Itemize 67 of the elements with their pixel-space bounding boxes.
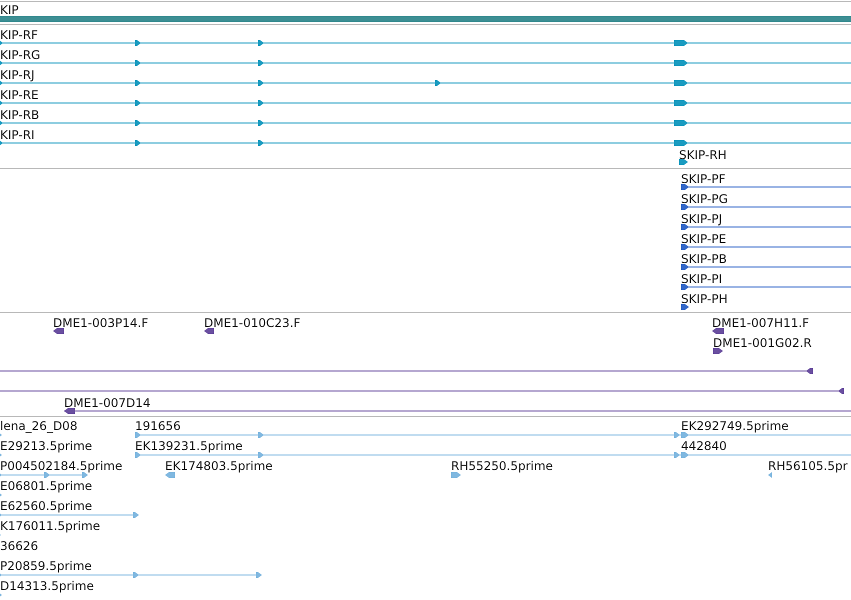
- feature-label: KIP-RI: [0, 128, 35, 142]
- feature-label: EK139231.5prime: [135, 439, 243, 453]
- transcript-glyph[interactable]: [0, 40, 851, 46]
- feature-label: E62560.5prime: [0, 499, 92, 513]
- feature-label: SKIP-PF: [681, 172, 726, 186]
- protein-glyph[interactable]: [681, 184, 851, 190]
- est-glyph[interactable]: [165, 472, 175, 478]
- protein-glyph[interactable]: [681, 204, 851, 210]
- feature-label: SKIP-PJ: [681, 212, 722, 226]
- feature-label: P004502184.5prime: [0, 459, 122, 473]
- feature-label: DME1-003P14.F: [53, 316, 148, 330]
- feature-label: 191656: [135, 419, 181, 433]
- feature-label: KIP-RG: [0, 48, 40, 62]
- clone-glyph[interactable]: [0, 388, 844, 394]
- feature-label: KIP-RF: [0, 28, 38, 42]
- est-glyph[interactable]: [451, 472, 461, 478]
- transcript-glyph[interactable]: [0, 120, 851, 126]
- feature-label: EK174803.5prime: [165, 459, 273, 473]
- feature-label: KIP-RJ: [0, 68, 35, 82]
- clone-glyph[interactable]: [712, 328, 724, 334]
- est-glyph[interactable]: [0, 512, 139, 518]
- protein-glyph[interactable]: [681, 224, 851, 230]
- transcript-glyph[interactable]: [0, 80, 851, 86]
- feature-label: lena_26_D08: [0, 419, 78, 433]
- feature-label: SKIP-PI: [681, 272, 722, 286]
- feature-label: SKIP-RH: [679, 148, 727, 162]
- clone-glyph[interactable]: [0, 368, 813, 374]
- feature-label: EK292749.5prime: [681, 419, 789, 433]
- est-glyph[interactable]: [768, 472, 772, 478]
- clone-glyph[interactable]: [204, 328, 214, 334]
- feature-label: DME1-007H11.F: [712, 316, 810, 330]
- est-glyph[interactable]: [135, 452, 851, 458]
- feature-label: 442840: [681, 439, 727, 453]
- feature-label: D14313.5prime: [0, 579, 94, 593]
- feature-label: DME1-007D14: [64, 396, 151, 410]
- clone-glyph[interactable]: [713, 348, 723, 354]
- transcript-glyph[interactable]: [0, 140, 851, 146]
- transcript-glyph[interactable]: [679, 159, 688, 165]
- protein-glyph[interactable]: [681, 304, 689, 310]
- est-glyph[interactable]: [0, 472, 88, 478]
- feature-label: SKIP-PH: [681, 292, 728, 306]
- feature-label: KIP-RB: [0, 108, 40, 122]
- feature-label: KIP: [0, 3, 19, 17]
- feature-label: RH55250.5prime: [451, 459, 553, 473]
- feature-label: SKIP-PG: [681, 192, 728, 206]
- feature-label: SKIP-PE: [681, 232, 726, 246]
- protein-glyph[interactable]: [681, 244, 851, 250]
- est-glyph[interactable]: [135, 432, 851, 438]
- transcript-glyph[interactable]: [0, 60, 851, 66]
- est-glyph[interactable]: [681, 432, 689, 438]
- feature-label: RH56105.5pr: [768, 459, 848, 473]
- clone-glyph[interactable]: [53, 328, 64, 334]
- feature-label: DME1-010C23.F: [204, 316, 300, 330]
- feature-label: DME1-001G02.R: [713, 336, 812, 350]
- est-glyph[interactable]: [681, 452, 689, 458]
- feature-label: 36626: [0, 539, 38, 553]
- protein-glyph[interactable]: [681, 264, 851, 270]
- clone-glyph[interactable]: [64, 408, 851, 414]
- protein-glyph[interactable]: [681, 284, 851, 290]
- feature-label: K176011.5prime: [0, 519, 100, 533]
- transcript-glyph[interactable]: [0, 100, 851, 106]
- feature-label: E06801.5prime: [0, 479, 92, 493]
- feature-label: E29213.5prime: [0, 439, 92, 453]
- feature-label: KIP-RE: [0, 88, 39, 102]
- feature-label: SKIP-PB: [681, 252, 727, 266]
- feature-label: P20859.5prime: [0, 559, 92, 573]
- est-glyph[interactable]: [0, 572, 262, 578]
